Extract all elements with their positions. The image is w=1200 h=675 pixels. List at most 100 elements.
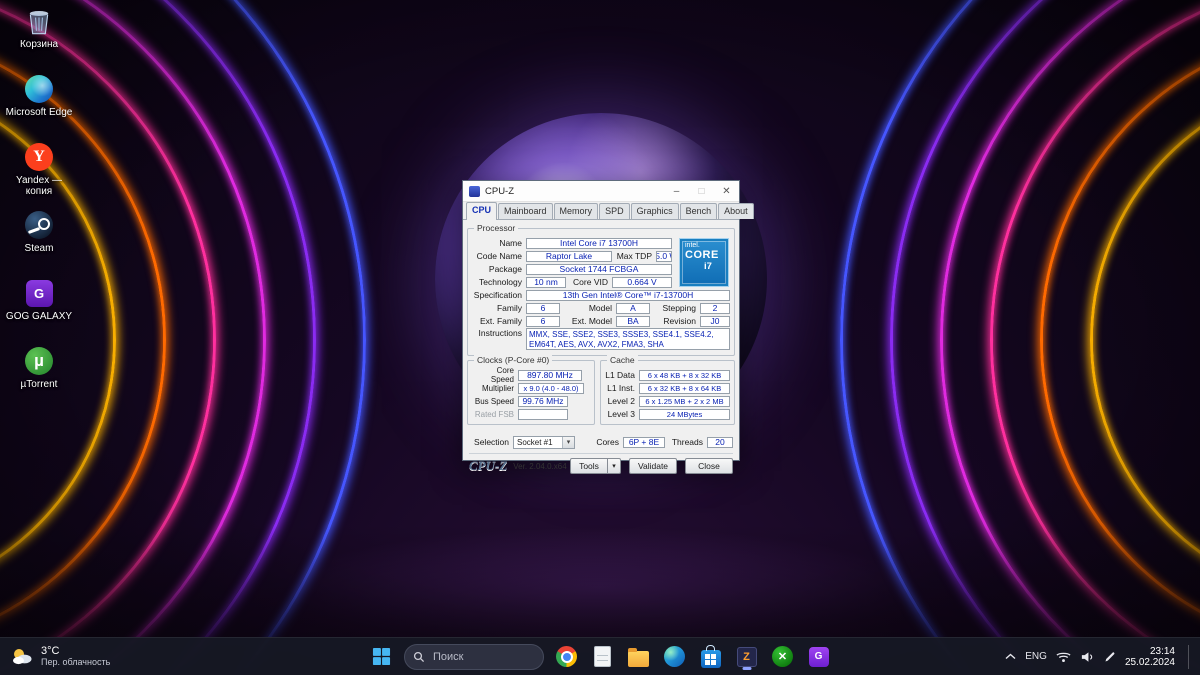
specification-row: Specification 13th Gen Intel® Core™ i7-1… [472,289,730,301]
recycle-bin-art [24,6,54,36]
chrome-icon [556,646,577,667]
clock[interactable]: 23:14 25.02.2024 [1125,646,1175,668]
desktop-icon-utorrent[interactable]: µ µTorrent [0,346,78,414]
selection-label: Selection [469,437,513,447]
ext-family-label: Ext. Family [472,316,526,326]
close-window-button[interactable]: ✕ [714,182,739,201]
package-label: Package [472,264,526,274]
taskbar-center: Z ✕ G [368,643,832,670]
system-tray: ENG 23:14 25.02.2024 [1005,645,1192,669]
multiplier-row: Multiplier x 9.0 (4.0 - 48.0) [472,382,590,394]
desktop-icon-microsoft-edge[interactable]: Microsoft Edge [0,74,78,142]
model-field: A [616,303,650,314]
rated-fsb-label: Rated FSB [472,410,518,419]
microsoft-store-icon [701,650,721,668]
taskbar-app-xbox[interactable]: ✕ [769,643,796,670]
close-button[interactable]: Close [685,458,733,474]
xbox-icon: ✕ [772,646,793,667]
stepping-field: 2 [700,303,730,314]
ext-family-row: Ext. Family 6 Ext. Model BA Revision J0 [472,315,730,327]
cpuz-logo: CPU-Z [469,458,507,474]
processor-group-label: Processor [474,223,518,233]
recycle-bin-icon [25,6,53,36]
taskbar-app-documents[interactable] [589,643,616,670]
desktop-icon-gog-galaxy[interactable]: G GOG GALAXY [0,278,78,346]
pen-icon[interactable] [1104,651,1116,663]
desktop-icon-label: Yandex — копия [16,175,62,197]
code-name-field: Raptor Lake [526,251,612,262]
family-row: Family 6 Model A Stepping 2 [472,302,730,314]
taskbar-app-file-explorer[interactable] [625,643,652,670]
ext-model-field: BA [616,316,650,327]
cpuz-tab-bar: CPU Mainboard Memory SPD Graphics Bench … [463,202,739,220]
selection-dropdown[interactable]: Socket #1 ▾ [513,436,575,449]
stepping-label: Stepping [650,303,700,313]
level2-field: 6 x 1.25 MB + 2 x 2 MB [639,396,730,407]
taskbar-app-gog[interactable]: G [805,643,832,670]
taskbar-app-chrome[interactable] [553,643,580,670]
level3-field: 24 MBytes [639,409,730,420]
l1-inst-field: 6 x 32 KB + 8 x 64 KB [639,383,730,394]
bus-speed-label: Bus Speed [472,397,518,406]
tray-time: 23:14 [1150,646,1175,657]
threads-label: Threads [665,437,707,447]
validate-button[interactable]: Validate [629,458,677,474]
tab-memory[interactable]: Memory [554,203,599,219]
steam-art [24,210,54,240]
weather-text: 3°C Пер. облачность [41,645,110,668]
tab-about[interactable]: About [718,203,754,219]
weather-icon [10,646,34,668]
instructions-label: Instructions [472,328,526,338]
ext-model-label: Ext. Model [560,316,616,326]
steam-icon [25,211,53,239]
desktop-icon-yandex[interactable]: Y Yandex — копия [0,142,78,210]
name-label: Name [472,238,526,248]
tools-button[interactable]: Tools [570,458,608,474]
package-field: Socket 1744 FCBGA [526,264,672,275]
cpuz-app-icon [469,186,480,197]
clocks-group: Clocks (P-Core #0) Core Speed 897.80 MHz… [467,360,595,425]
language-indicator[interactable]: ENG [1025,651,1047,662]
desktop-icon-steam[interactable]: Steam [0,210,78,278]
core-speed-label: Core Speed [472,366,518,384]
desktop-icon-label: Microsoft Edge [6,107,73,118]
weather-widget[interactable]: 3°C Пер. облачность [10,645,110,668]
minimize-button[interactable]: – [664,182,689,201]
taskbar-app-cpuz[interactable]: Z [733,643,760,670]
tools-dropdown-arrow-icon[interactable]: ▾ [608,458,621,474]
processor-group: Processor intel. CORE i7 Name Intel Core… [467,228,735,356]
file-explorer-icon [628,651,649,667]
technology-field: 10 nm [526,277,566,288]
intel-core-i7-badge: intel. CORE i7 [679,238,729,287]
show-desktop-button[interactable] [1188,645,1192,669]
tab-cpu[interactable]: CPU [466,202,497,220]
core-speed-row: Core Speed 897.80 MHz [472,369,590,381]
revision-field: J0 [700,316,730,327]
tab-spd[interactable]: SPD [599,203,630,219]
clocks-cache-columns: Clocks (P-Core #0) Core Speed 897.80 MHz… [467,360,735,429]
cpuz-title-bar[interactable]: CPU-Z – □ ✕ [463,181,739,202]
wifi-icon[interactable] [1056,651,1071,663]
instructions-field: MMX, SSE, SSE2, SSE3, SSSE3, SSE4.1, SSE… [526,328,730,350]
volume-icon[interactable] [1080,651,1095,663]
tab-bench[interactable]: Bench [680,203,718,219]
desktop-icon-recycle-bin[interactable]: Корзина [0,6,78,74]
gog-galaxy-icon: G [809,647,829,667]
max-tdp-label: Max TDP [612,251,656,261]
i7-text: i7 [680,262,728,272]
taskbar-app-store[interactable] [697,643,724,670]
taskbar-app-edge[interactable] [661,643,688,670]
search-input[interactable] [404,644,544,670]
cpuz-body: Processor intel. CORE i7 Name Intel Core… [463,220,739,454]
l1-inst-label: L1 Inst. [605,383,639,393]
edge-art [24,74,54,104]
cores-label: Cores [591,437,623,447]
yandex-art: Y [24,142,54,172]
tab-mainboard[interactable]: Mainboard [498,203,553,219]
start-button[interactable] [368,643,395,670]
level3-row: Level 3 24 MBytes [605,408,730,420]
hidden-icons-chevron-icon[interactable] [1005,653,1016,660]
desktop-icon-column: Корзина Microsoft Edge Y Yandex — копия … [0,6,78,414]
cache-group: Cache L1 Data 6 x 48 KB + 8 x 32 KB L1 I… [600,360,735,425]
tab-graphics[interactable]: Graphics [631,203,679,219]
